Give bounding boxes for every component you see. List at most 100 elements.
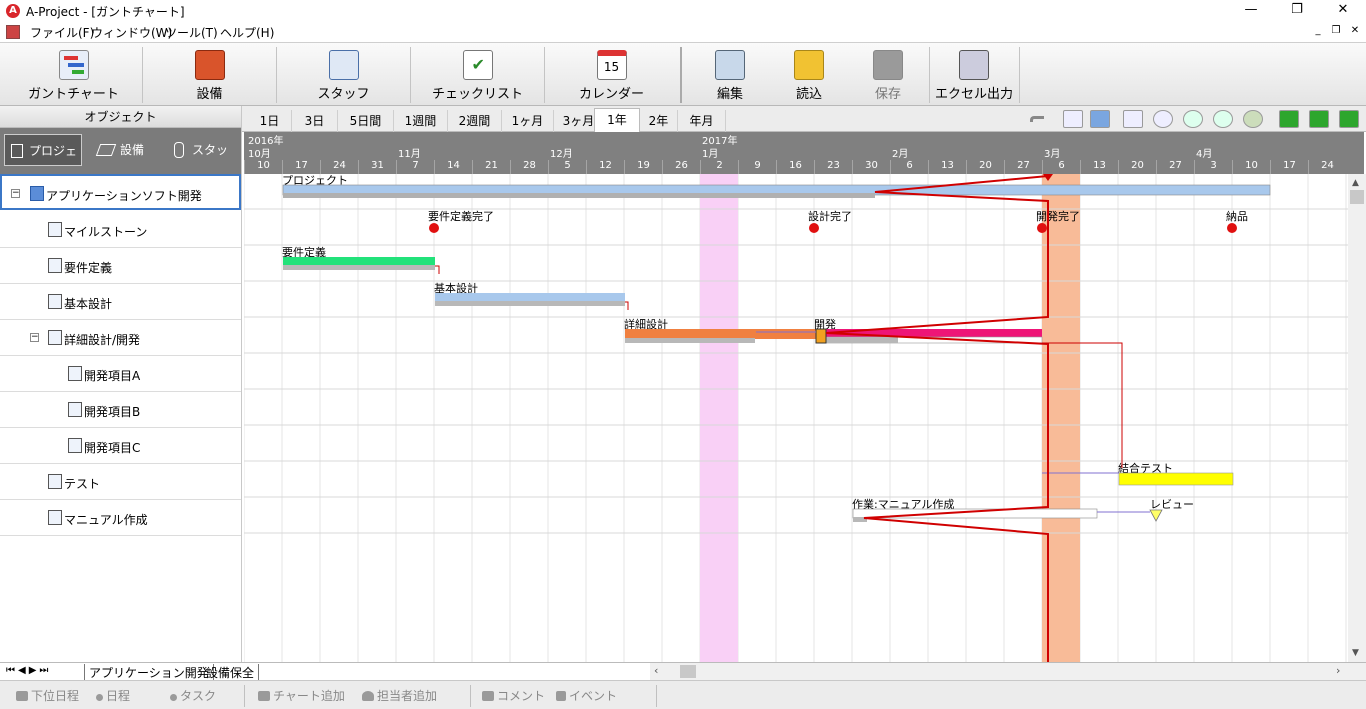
arrow-right-icon[interactable] bbox=[1339, 110, 1359, 128]
scroll-thumb[interactable] bbox=[1350, 190, 1364, 204]
gantt-chart[interactable]: プロジェクト 要件定義完了 設計完了 開発完了 納品 要件定義 基本設計 詳細設… bbox=[244, 174, 1348, 662]
card-view-icon[interactable] bbox=[1123, 110, 1143, 128]
review-milestone[interactable] bbox=[1149, 509, 1163, 522]
add-assignee-button[interactable]: 担当者追加 bbox=[362, 687, 437, 704]
action-bar: 下位日程 日程 タスク チャート追加 担当者追加 コメント イベント bbox=[0, 680, 1366, 709]
vertical-scrollbar[interactable]: ▲ ▼ bbox=[1348, 174, 1366, 662]
tab-scale-yearmonth[interactable]: 年月 bbox=[678, 110, 726, 132]
maximize-button[interactable]: ❐ bbox=[1274, 0, 1320, 22]
edit-button[interactable]: 編集 bbox=[690, 43, 770, 105]
minimize-button[interactable]: — bbox=[1228, 0, 1274, 22]
hscroll-thumb[interactable] bbox=[680, 665, 696, 678]
equipment-icon bbox=[95, 144, 117, 156]
tab-scale-1year[interactable]: 1年 bbox=[594, 108, 640, 133]
undo-icon[interactable] bbox=[1027, 110, 1047, 128]
menu-help[interactable]: ヘルプ(H) bbox=[220, 24, 274, 41]
grid bbox=[244, 174, 1347, 662]
mdi-minimize-icon[interactable]: _ bbox=[1310, 24, 1326, 38]
tab-equipment[interactable]: 設備 bbox=[95, 134, 162, 166]
development-marker[interactable] bbox=[815, 328, 827, 344]
menu-file[interactable]: ファイル(F) bbox=[30, 24, 94, 41]
save-button[interactable]: 保存 bbox=[848, 43, 928, 105]
schedule-button[interactable]: 日程 bbox=[96, 687, 130, 704]
mdi-restore-icon[interactable]: ❐ bbox=[1328, 24, 1344, 38]
integration-test-bar[interactable] bbox=[1118, 472, 1234, 486]
tree-item-test[interactable]: テスト bbox=[0, 464, 241, 500]
sub-schedule-button[interactable]: 下位日程 bbox=[16, 687, 79, 704]
sheet-tab-app-dev[interactable]: アプリケーション開発 bbox=[84, 664, 214, 681]
milestone-marker[interactable] bbox=[809, 223, 819, 233]
detail-design-progress bbox=[625, 338, 755, 343]
tab-scale-5day[interactable]: 5日間 bbox=[338, 110, 394, 132]
tree-item-dev-b[interactable]: 開発項目B bbox=[0, 392, 241, 428]
zoom-out-icon[interactable] bbox=[1213, 110, 1233, 128]
lightning-icon[interactable] bbox=[1090, 110, 1110, 128]
scroll-right-icon[interactable]: › bbox=[1336, 664, 1340, 677]
sheet-tabs: ⏮◀▶⏭ アプリケーション開発 設備保全 bbox=[0, 662, 650, 681]
day-label: 13 bbox=[1080, 160, 1118, 174]
zoom-fit-icon[interactable] bbox=[1153, 110, 1173, 128]
pause-icon[interactable] bbox=[1279, 110, 1299, 128]
equipment-button[interactable]: 設備 bbox=[143, 43, 276, 105]
collapse-icon[interactable]: − bbox=[30, 333, 39, 342]
tree-item-dev-c[interactable]: 開発項目C bbox=[0, 428, 241, 464]
menu-tools[interactable]: ツール(T) bbox=[165, 24, 218, 41]
basic-design-bar[interactable] bbox=[435, 293, 625, 302]
day-label: 17 bbox=[1270, 160, 1308, 174]
menu-window[interactable]: ウィンドウ(W) bbox=[91, 24, 172, 41]
document-icon[interactable] bbox=[6, 25, 20, 39]
close-button[interactable]: ✕ bbox=[1320, 0, 1366, 22]
task-button[interactable]: タスク bbox=[170, 687, 216, 704]
gantt-canvas[interactable]: プロジェクト 要件定義完了 設計完了 開発完了 納品 要件定義 基本設計 詳細設… bbox=[244, 174, 1348, 662]
view-toggle-icon[interactable] bbox=[1063, 110, 1083, 128]
tab-scale-1day[interactable]: 1日 bbox=[248, 110, 292, 132]
tab-scale-1month[interactable]: 1ヶ月 bbox=[502, 110, 554, 132]
sheet-nav-icon[interactable]: ⏮◀▶⏭ bbox=[6, 665, 51, 676]
day-label: 6 bbox=[890, 160, 928, 174]
zoom-in-icon[interactable] bbox=[1183, 110, 1203, 128]
add-chart-button[interactable]: チャート追加 bbox=[258, 687, 345, 704]
horizontal-scrollbar[interactable]: ‹ › bbox=[650, 662, 1366, 680]
scroll-up-icon[interactable]: ▲ bbox=[1352, 178, 1359, 188]
gantt-chart-button[interactable]: ガントチャート bbox=[6, 43, 141, 105]
sheet-tab-maintenance[interactable]: 設備保全 bbox=[202, 664, 260, 681]
chart-add-icon bbox=[258, 691, 270, 701]
tree-item-manual[interactable]: マニュアル作成 bbox=[0, 500, 241, 536]
milestone-label: 要件定義完了 bbox=[428, 209, 494, 223]
scroll-left-icon[interactable]: ‹ bbox=[654, 664, 658, 677]
collapse-icon[interactable]: − bbox=[11, 189, 20, 198]
event-button[interactable]: イベント bbox=[556, 687, 617, 704]
tab-staff[interactable]: スタッフ bbox=[168, 134, 238, 189]
requirements-progress bbox=[283, 265, 435, 270]
tab-scale-3day[interactable]: 3日 bbox=[292, 110, 338, 132]
tab-scale-1week[interactable]: 1週間 bbox=[394, 110, 448, 132]
arrow-left-icon[interactable] bbox=[1309, 110, 1329, 128]
action-separator bbox=[470, 685, 471, 707]
tab-scale-2week[interactable]: 2週間 bbox=[448, 110, 502, 132]
scroll-down-icon[interactable]: ▼ bbox=[1352, 648, 1359, 658]
refresh-icon[interactable] bbox=[1243, 110, 1263, 128]
mdi-close-icon[interactable]: ✕ bbox=[1347, 24, 1363, 38]
milestone-marker[interactable] bbox=[429, 223, 439, 233]
tree-item-milestone[interactable]: マイルストーン bbox=[0, 212, 241, 248]
month-label: 1月 bbox=[702, 149, 719, 160]
tree-item-dev-a[interactable]: 開発項目A bbox=[0, 356, 241, 392]
calendar-button[interactable]: 15 カレンダー bbox=[545, 43, 678, 105]
day-label: 28 bbox=[510, 160, 548, 174]
load-button[interactable]: 読込 bbox=[770, 43, 848, 105]
tree-item-requirements[interactable]: 要件定義 bbox=[0, 248, 241, 284]
excel-export-button[interactable]: エクセル出力 bbox=[930, 43, 1018, 105]
staff-button[interactable]: スタッフ bbox=[277, 43, 410, 105]
tree-item-detail-design[interactable]: − 詳細設計/開発 bbox=[0, 320, 241, 356]
checklist-button[interactable]: ✔ チェックリスト bbox=[411, 43, 544, 105]
detail-design-bar[interactable] bbox=[625, 329, 820, 339]
comment-button[interactable]: コメント bbox=[482, 687, 545, 704]
tab-project[interactable]: プロジェクト bbox=[4, 134, 82, 190]
tab-scale-2year[interactable]: 2年 bbox=[640, 110, 678, 132]
tree-item-basic-design[interactable]: 基本設計 bbox=[0, 284, 241, 320]
tree-item-root[interactable]: − アプリケーションソフト開発 bbox=[0, 174, 241, 210]
requirements-bar[interactable] bbox=[283, 257, 435, 266]
milestone-marker[interactable] bbox=[1227, 223, 1237, 233]
day-label: 20 bbox=[1118, 160, 1156, 174]
milestone-marker[interactable] bbox=[1037, 223, 1047, 233]
